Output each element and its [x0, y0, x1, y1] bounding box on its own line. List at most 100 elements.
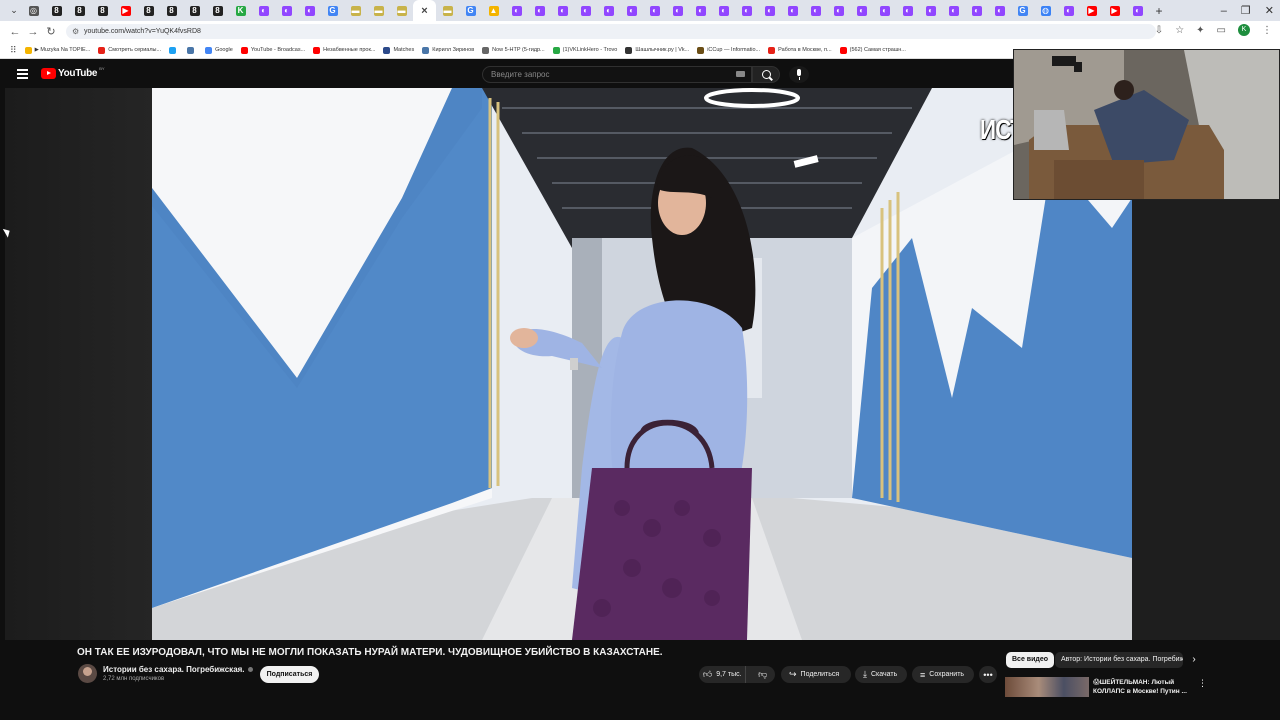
bookmark-star-icon[interactable]: ☆: [1175, 25, 1184, 36]
bookmark-item[interactable]: Matches: [383, 46, 414, 54]
chevron-right-icon[interactable]: ›: [1188, 654, 1200, 666]
chip-all-videos[interactable]: Все видео: [1006, 652, 1055, 668]
browser-tab[interactable]: 8: [183, 0, 206, 21]
back-icon[interactable]: ←: [6, 26, 24, 38]
keyboard-icon[interactable]: [736, 71, 745, 77]
browser-tab[interactable]: ◐: [505, 0, 528, 21]
browser-tab[interactable]: ◐: [620, 0, 643, 21]
browser-tab[interactable]: ◐: [735, 0, 758, 21]
bookmark-item[interactable]: [187, 46, 197, 54]
bookmark-item[interactable]: Смотреть сериалы...: [98, 46, 161, 54]
browser-tab[interactable]: ◐: [275, 0, 298, 21]
browser-tab[interactable]: G: [459, 0, 482, 21]
browser-tab[interactable]: ◐: [850, 0, 873, 21]
apps-grid-icon[interactable]: ⠿: [10, 45, 17, 56]
chip-author[interactable]: Автор: Истории без сахара. Погребижская.: [1055, 652, 1183, 668]
browser-tab[interactable]: ◐: [298, 0, 321, 21]
close-icon[interactable]: ×: [420, 5, 430, 16]
more-actions-button[interactable]: •••: [979, 666, 997, 683]
bookmark-item[interactable]: Google: [205, 46, 233, 54]
browser-tab[interactable]: ◐: [873, 0, 896, 21]
browser-tab[interactable]: ◐: [942, 0, 965, 21]
browser-tab[interactable]: ◐: [781, 0, 804, 21]
recommended-title[interactable]: 😱ШЕЙТЕЛЬМАН: Лютый КОЛЛАПС в Москве! Пут…: [1093, 678, 1193, 696]
download-button[interactable]: ⤓ Скачать: [855, 666, 907, 683]
recommended-thumbnail[interactable]: [1005, 677, 1089, 697]
close-window-icon[interactable]: ✕: [1265, 4, 1274, 17]
bookmark-item[interactable]: (562) Самая страшн...: [839, 46, 906, 54]
browser-tab[interactable]: ◐: [597, 0, 620, 21]
browser-tab[interactable]: ◐: [643, 0, 666, 21]
minimize-icon[interactable]: –: [1221, 5, 1227, 17]
browser-tab[interactable]: ▬: [344, 0, 367, 21]
browser-tab[interactable]: ◐: [896, 0, 919, 21]
browser-tab[interactable]: ◐: [919, 0, 942, 21]
browser-tab[interactable]: ◐: [758, 0, 781, 21]
reload-icon[interactable]: ↻: [42, 25, 60, 38]
restore-icon[interactable]: ❐: [1241, 4, 1251, 17]
voice-search-mic-icon[interactable]: [789, 66, 809, 83]
browser-tab[interactable]: ◐: [1126, 0, 1149, 21]
browser-tab[interactable]: ◐: [689, 0, 712, 21]
browser-tab[interactable]: ◐: [712, 0, 735, 21]
browser-tab[interactable]: ◐: [666, 0, 689, 21]
browser-tab[interactable]: 8: [160, 0, 183, 21]
bookmark-item[interactable]: YouTube - Broadcas...: [240, 46, 305, 54]
browser-tab[interactable]: ◐: [827, 0, 850, 21]
like-button[interactable]: 👍︎ 9,7 тыс.: [699, 666, 747, 683]
bookmark-item[interactable]: Now 5-HTP (5-гидр...: [482, 46, 545, 54]
bookmark-item[interactable]: Незабвенные прок...: [313, 46, 375, 54]
sidepanel-icon[interactable]: ▭: [1217, 25, 1226, 36]
browser-tab[interactable]: ▶: [1103, 0, 1126, 21]
channel-name[interactable]: Истории без сахара. Погребижская.: [103, 665, 253, 674]
browser-tab[interactable]: 8: [45, 0, 68, 21]
search-input[interactable]: Введите запрос: [482, 66, 752, 83]
browser-tab[interactable]: ◐: [551, 0, 574, 21]
youtube-logo[interactable]: YouTube BY: [41, 66, 105, 79]
browser-tab[interactable]: ◐: [988, 0, 1011, 21]
browser-tab[interactable]: ▶: [1080, 0, 1103, 21]
save-button[interactable]: ≡ Сохранить: [912, 666, 974, 683]
browser-tab[interactable]: ◐: [574, 0, 597, 21]
bookmark-item[interactable]: Работа в Москве, п...: [768, 46, 832, 54]
browser-tab[interactable]: 8: [91, 0, 114, 21]
browser-tab[interactable]: G: [321, 0, 344, 21]
menu-kebab-icon[interactable]: ⋮: [1262, 25, 1272, 36]
browser-tab[interactable]: 8: [68, 0, 91, 21]
browser-tab[interactable]: ◐: [965, 0, 988, 21]
url-field[interactable]: ⚙ youtube.com/watch?v=YuQK4fvsRD8: [66, 24, 1156, 39]
bookmark-item[interactable]: iCCup — Informatio...: [697, 46, 760, 54]
dislike-button[interactable]: 👎︎: [750, 666, 775, 683]
bookmark-item[interactable]: [169, 46, 179, 54]
browser-tab[interactable]: ▬: [436, 0, 459, 21]
browser-tab[interactable]: ▶: [114, 0, 137, 21]
search-button[interactable]: [752, 66, 780, 83]
recommended-more-icon[interactable]: ⋮: [1198, 678, 1207, 689]
new-tab-icon[interactable]: +: [1149, 4, 1169, 18]
browser-tab[interactable]: ◎: [22, 0, 45, 21]
subscribe-button[interactable]: Подписаться: [260, 666, 319, 683]
bookmark-item[interactable]: (1)VKLinkHero - Trovo: [552, 46, 617, 54]
browser-tab[interactable]: ▲: [482, 0, 505, 21]
bookmark-item[interactable]: Кирилл Зиринов: [422, 46, 474, 54]
browser-tab[interactable]: ▬: [367, 0, 390, 21]
profile-avatar[interactable]: K: [1238, 24, 1250, 36]
hamburger-menu-icon[interactable]: [17, 69, 28, 79]
bookmark-item[interactable]: ▶ Muzyka Na TOPIE...: [24, 46, 90, 54]
channel-avatar[interactable]: [78, 664, 97, 683]
bookmark-item[interactable]: Шашлычник.ру | Vk...: [625, 46, 689, 54]
browser-tab[interactable]: G: [1011, 0, 1034, 21]
browser-tab[interactable]: ▬: [390, 0, 413, 21]
browser-tab[interactable]: ◍: [1034, 0, 1057, 21]
extensions-icon[interactable]: ✦: [1196, 25, 1204, 36]
share-button[interactable]: ↪ Поделиться: [781, 666, 851, 683]
install-icon[interactable]: ⇩: [1155, 25, 1163, 36]
browser-tab[interactable]: ◐: [804, 0, 827, 21]
forward-icon[interactable]: →: [24, 26, 42, 38]
browser-tab[interactable]: 8: [206, 0, 229, 21]
site-info-icon[interactable]: ⚙: [72, 27, 84, 36]
video-player[interactable]: ИСТОРИИ БЕЗ: [152, 88, 1132, 640]
browser-tab[interactable]: ◐: [528, 0, 551, 21]
tab-search-chevron-icon[interactable]: ⌄: [6, 5, 22, 16]
browser-tab[interactable]: K: [229, 0, 252, 21]
